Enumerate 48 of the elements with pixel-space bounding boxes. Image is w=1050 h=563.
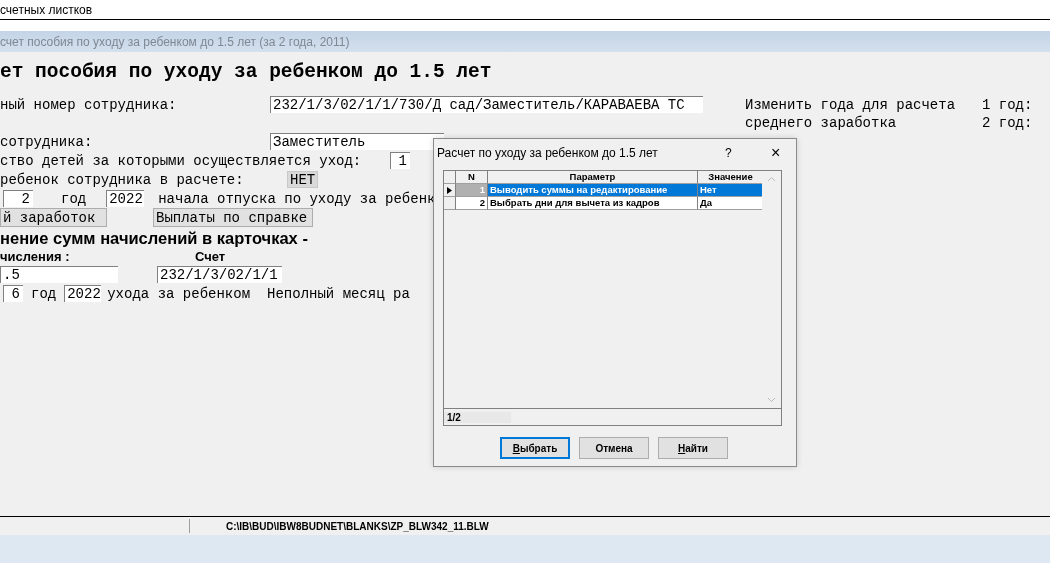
field-label: год xyxy=(31,285,57,302)
year-field[interactable]: 2022 xyxy=(64,285,102,302)
close-button[interactable]: × xyxy=(771,144,781,162)
field-label: начала отпуска по уходу за ребенк xyxy=(158,190,436,207)
field-label: Изменить года для расчета xyxy=(745,96,957,113)
field-label: сотрудника: xyxy=(0,133,94,150)
field-label: 1 год: xyxy=(982,96,1033,113)
window-title: счет пособия по уходу за ребенком до 1.5 лет (за 2 года, 2011) xyxy=(0,34,350,49)
dialog-button[interactable]: Отмена xyxy=(579,437,649,459)
field-label: ребенок сотрудника в расчете: xyxy=(0,171,245,188)
employee-field[interactable]: 232/1/3/02/1/1/730/Д сад/Заместитель/КАРАВАЕВА ТС xyxy=(270,96,703,113)
field-label: год xyxy=(61,190,87,207)
form-heading: ет пособия по уходу за ребенком до 1.5 лет xyxy=(0,61,493,85)
month-field[interactable]: 2 xyxy=(3,190,33,207)
field-label: Неполный месяц ра xyxy=(267,285,410,302)
earnings-button[interactable]: й заработок xyxy=(0,208,107,227)
account-field[interactable]: 232/1/3/02/1/1 xyxy=(157,266,282,283)
dialog-button[interactable]: Выбрать xyxy=(500,437,570,459)
year-field[interactable]: 2022 xyxy=(106,190,145,207)
field-label: ство детей за которыми осуществляется уход: xyxy=(0,152,363,169)
scroll-down-icon[interactable] xyxy=(767,397,776,403)
row-header[interactable] xyxy=(444,184,456,197)
scroll-up-icon[interactable] xyxy=(767,176,776,182)
status-value: НЕТ xyxy=(287,171,319,188)
table-cell: Выбрать дни для вычета из кадров xyxy=(488,197,698,210)
table-cell: 1 xyxy=(456,184,488,197)
grid-row[interactable]: 1 Выводить суммы на редактирование Нет xyxy=(444,184,764,197)
grid-row[interactable]: 2 Выбрать дни для вычета из кадров Да xyxy=(444,197,764,210)
dialog-button[interactable]: Найти xyxy=(658,437,728,459)
field-label: среднего заработка xyxy=(745,114,898,131)
field-label: ухода за ребенком xyxy=(107,285,251,302)
column-label: Счет xyxy=(195,248,226,264)
payments-button[interactable]: Выплаты по справке xyxy=(153,208,313,227)
record-counter: 1/2 xyxy=(444,411,511,423)
field-label: 2 год: xyxy=(982,114,1033,131)
table-cell: Нет xyxy=(698,184,764,197)
table-cell: Выводить суммы на редактирование xyxy=(488,184,698,197)
file-path: C:\IB\BUD\IBW8BUDNET\BLANKS\ZP_BLW342_11.BLW xyxy=(226,520,489,532)
field-label: ный номер сотрудника: xyxy=(0,96,178,113)
report-title: счетных листков xyxy=(0,2,93,17)
table-cell: 2 xyxy=(456,197,488,210)
column-label: числения : xyxy=(0,248,71,264)
children-field[interactable]: 1 xyxy=(390,152,410,169)
accrual-field[interactable]: .5 xyxy=(0,266,118,283)
month-field[interactable]: 6 xyxy=(3,285,23,302)
section-title: нение сумм начислений в карточках - xyxy=(0,229,309,248)
help-button[interactable]: ? xyxy=(725,146,771,160)
row-pointer-icon xyxy=(447,186,452,194)
